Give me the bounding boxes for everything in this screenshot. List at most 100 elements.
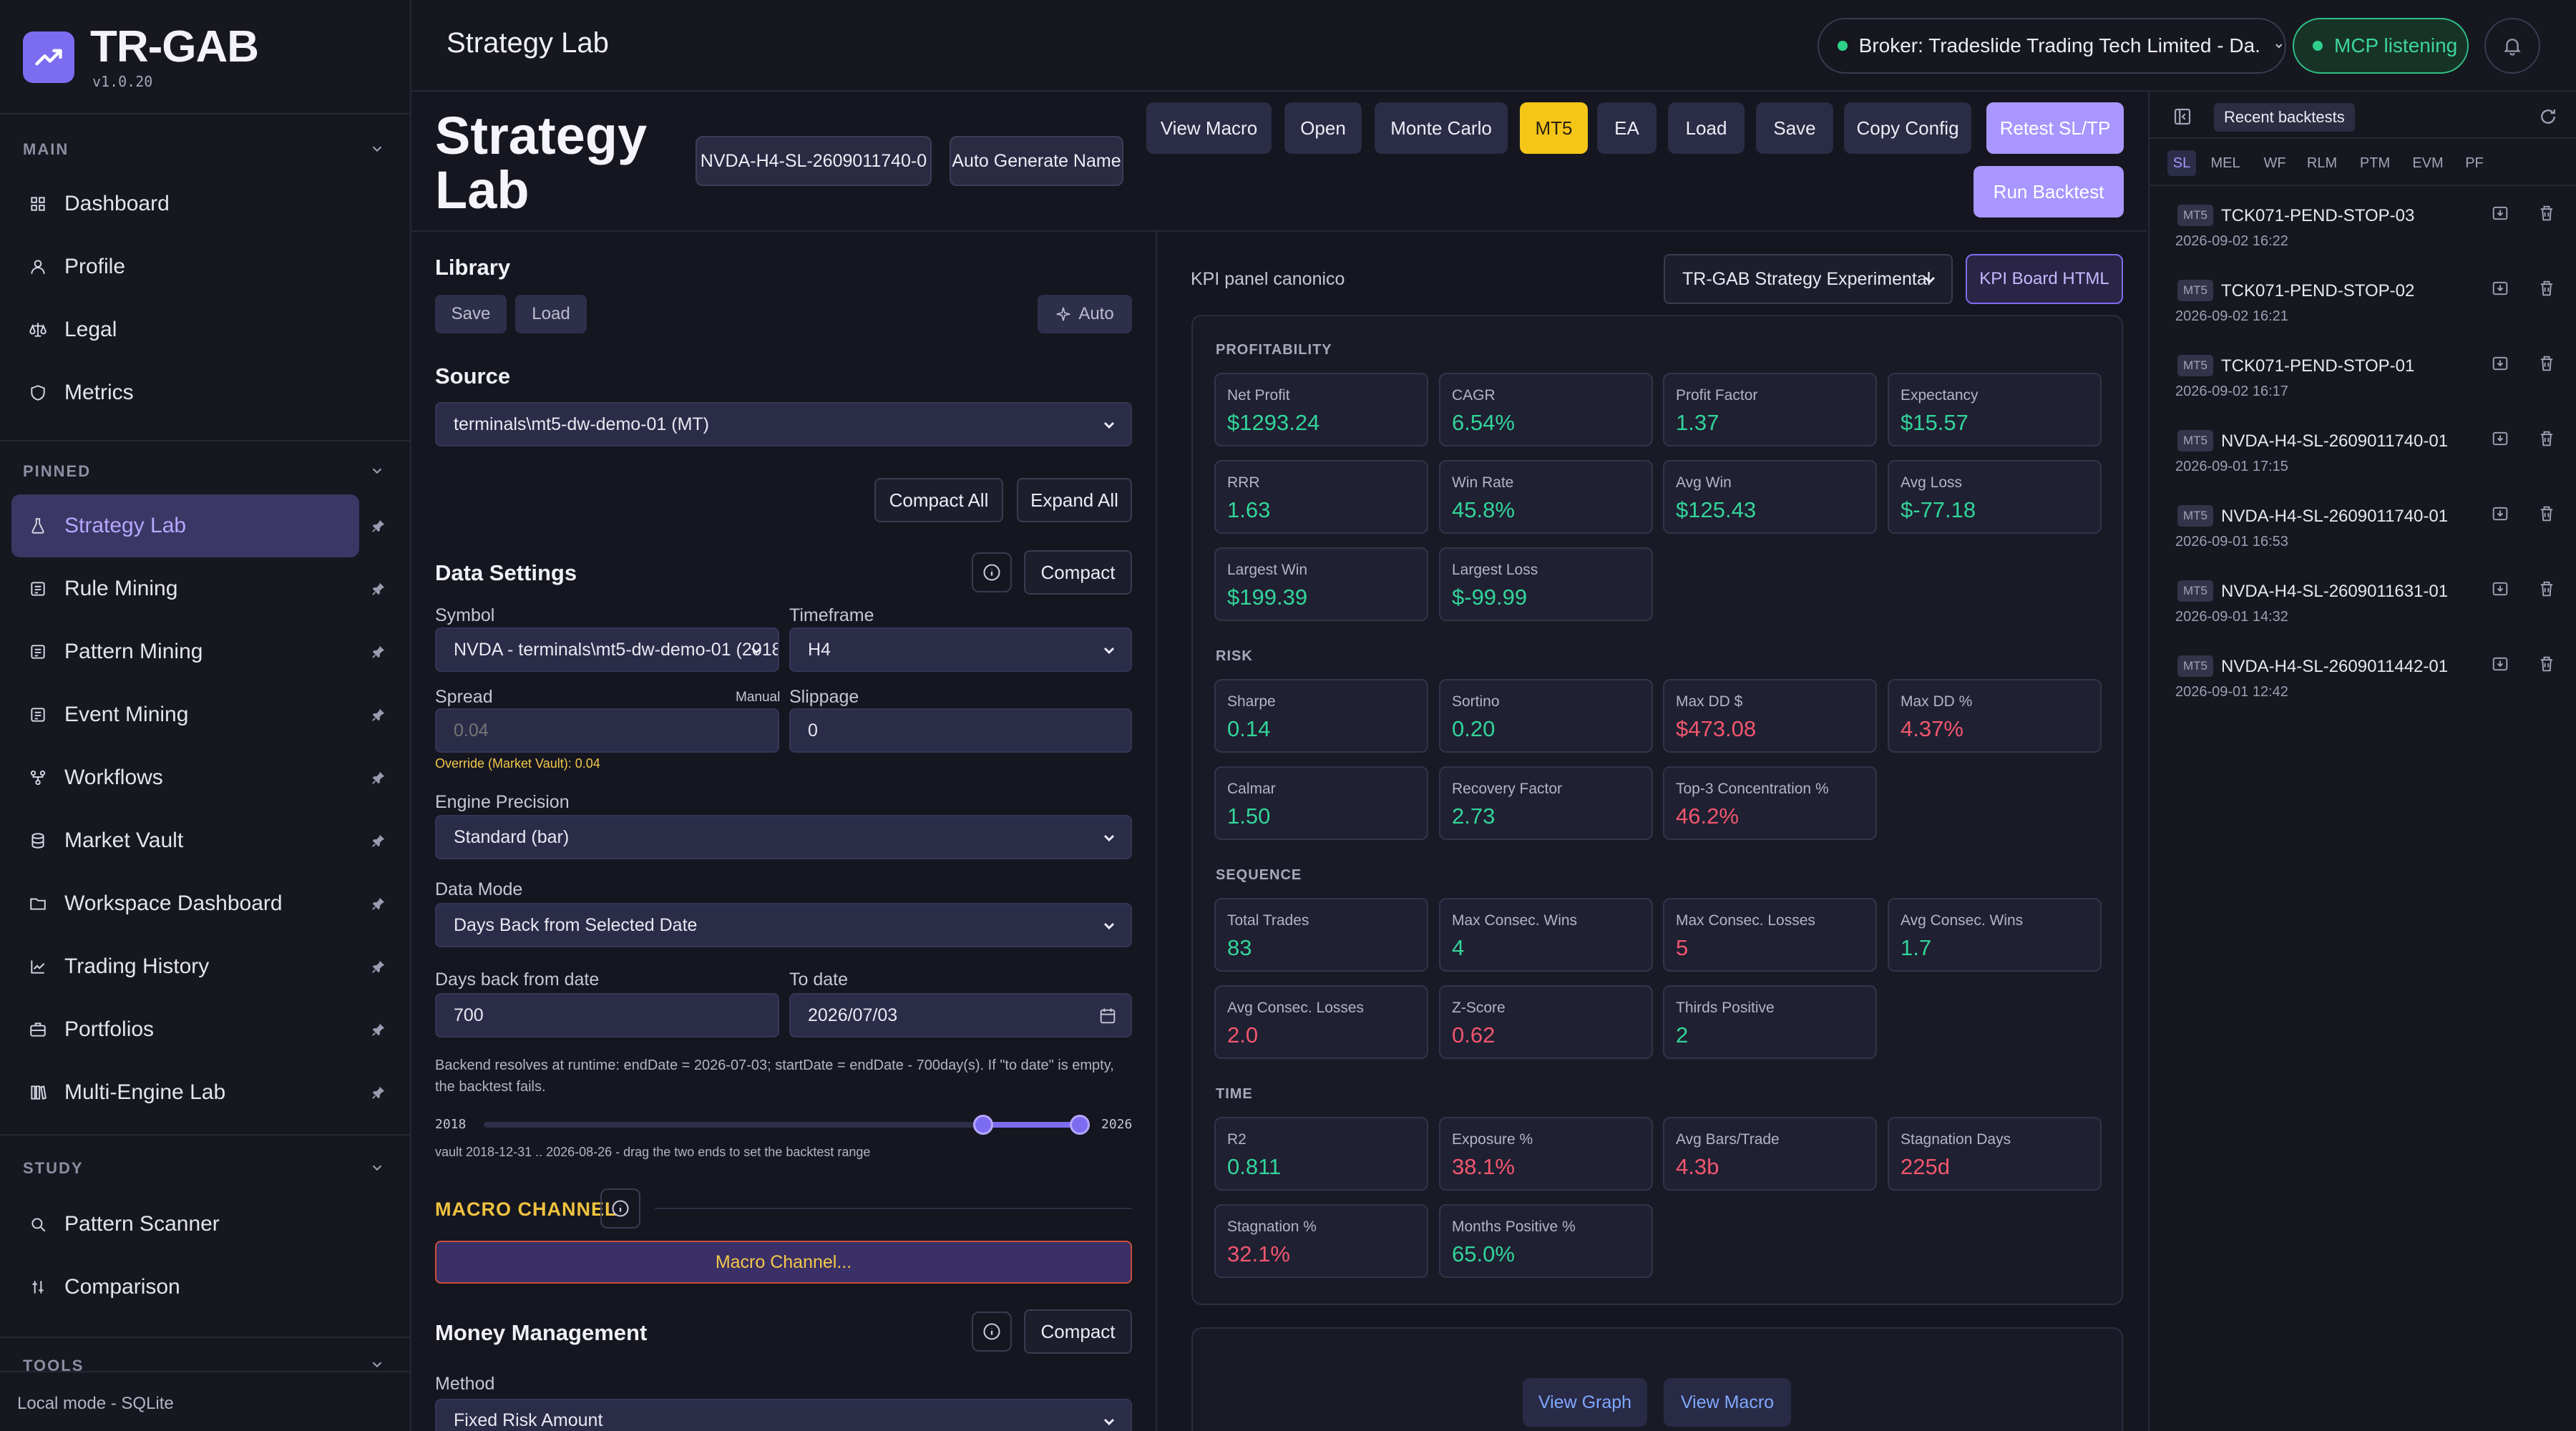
app-logo[interactable] [23, 31, 74, 83]
pin-button[interactable] [371, 1085, 386, 1104]
chevron-down-icon[interactable] [369, 141, 386, 157]
sidebar-item-pattern-mining[interactable]: Pattern Mining [11, 620, 359, 683]
kpi-card[interactable]: Largest Loss $-99.99 [1439, 547, 1653, 621]
tab-ptm[interactable]: PTM [2353, 150, 2396, 176]
tab-mel[interactable]: MEL [2203, 150, 2248, 176]
view-macro-graph-button[interactable]: View Macro [1664, 1378, 1791, 1427]
tab-sl[interactable]: SL [2167, 150, 2196, 176]
spread-input[interactable] [435, 708, 779, 753]
kpi-card[interactable]: Exposure % 38.1% [1439, 1117, 1653, 1191]
kpi-card[interactable]: CAGR 6.54% [1439, 373, 1653, 446]
sidebar-item-legal[interactable]: Legal [11, 298, 359, 361]
monte-carlo-button[interactable]: Monte Carlo [1375, 102, 1508, 154]
engine-precision-select[interactable]: Standard (bar) [435, 815, 1132, 859]
collapse-panel-icon[interactable] [2172, 106, 2193, 127]
delete-button[interactable] [2537, 579, 2557, 602]
refresh-icon[interactable] [2537, 106, 2559, 127]
data-mode-select[interactable]: Days Back from Selected Date [435, 903, 1132, 947]
delete-button[interactable] [2537, 504, 2557, 527]
broker-selector[interactable]: Broker: Tradeslide Trading Tech Limited … [1818, 18, 2286, 74]
kpi-profile-select[interactable]: TR-GAB Strategy Experimental [1664, 254, 1953, 304]
tab-wf[interactable]: WF [2258, 150, 2291, 176]
sidebar-item-comparison[interactable]: Comparison [11, 1256, 359, 1319]
chevron-down-icon[interactable] [369, 1160, 386, 1176]
kpi-card[interactable]: R2 0.811 [1214, 1117, 1428, 1191]
kpi-card[interactable]: Max Consec. Wins 4 [1439, 898, 1653, 972]
pin-icon[interactable] [371, 959, 386, 975]
kpi-card[interactable]: Z-Score 0.62 [1439, 985, 1653, 1059]
pin-button[interactable] [371, 770, 386, 789]
tab-rlm[interactable]: RLM [2302, 150, 2342, 176]
kpi-card[interactable]: Max DD $ $473.08 [1663, 679, 1877, 753]
view-graph-button[interactable]: View Graph [1523, 1378, 1647, 1427]
pin-icon[interactable] [371, 518, 386, 534]
pin-icon[interactable] [371, 896, 386, 912]
sidebar-item-profile[interactable]: Profile [11, 235, 359, 298]
kpi-card[interactable]: Sortino 0.20 [1439, 679, 1653, 753]
auto-generate-name-button[interactable]: Auto Generate Name [950, 136, 1123, 186]
delete-button[interactable] [2537, 278, 2557, 302]
mt5-button[interactable]: MT5 [1520, 102, 1588, 154]
kpi-card[interactable]: Max Consec. Losses 5 [1663, 898, 1877, 972]
pin-icon[interactable] [371, 1022, 386, 1037]
tab-pf[interactable]: PF [2460, 150, 2489, 176]
pin-button[interactable] [371, 707, 386, 726]
info-button[interactable] [972, 552, 1012, 592]
sidebar-item-market-vault[interactable]: Market Vault [11, 809, 359, 872]
pin-icon[interactable] [371, 644, 386, 660]
download-button[interactable] [2490, 278, 2510, 302]
delete-button[interactable] [2537, 203, 2557, 227]
sidebar-item-dashboard[interactable]: Dashboard [11, 172, 359, 235]
download-button[interactable] [2490, 203, 2510, 227]
kpi-card[interactable]: Months Positive % 65.0% [1439, 1204, 1653, 1278]
pin-icon[interactable] [371, 1085, 386, 1100]
ea-button[interactable]: EA [1597, 102, 1657, 154]
kpi-card[interactable]: Recovery Factor 2.73 [1439, 766, 1653, 840]
kpi-card[interactable]: Top-3 Concentration % 46.2% [1663, 766, 1877, 840]
pin-button[interactable] [371, 644, 386, 663]
run-backtest-button[interactable]: Run Backtest [1974, 166, 2124, 218]
kpi-card[interactable]: Avg Consec. Losses 2.0 [1214, 985, 1428, 1059]
delete-button[interactable] [2537, 654, 2557, 678]
library-auto-button[interactable]: Auto [1038, 295, 1132, 333]
kpi-card[interactable]: Net Profit $1293.24 [1214, 373, 1428, 446]
download-button[interactable] [2490, 353, 2510, 377]
chevron-down-icon[interactable] [369, 463, 386, 479]
notifications-button[interactable] [2484, 18, 2540, 74]
download-button[interactable] [2490, 429, 2510, 452]
kpi-card[interactable]: Thirds Positive 2 [1663, 985, 1877, 1059]
pin-button[interactable] [371, 581, 386, 600]
range-start-handle[interactable] [973, 1115, 994, 1135]
save-button[interactable]: Save [1756, 102, 1833, 154]
kpi-card[interactable]: Avg Consec. Wins 1.7 [1888, 898, 2102, 972]
mcp-status[interactable]: MCP listening [2293, 18, 2469, 74]
kpi-card[interactable]: Max DD % 4.37% [1888, 679, 2102, 753]
load-button[interactable]: Load [1668, 102, 1745, 154]
kpi-card[interactable]: Avg Bars/Trade 4.3b [1663, 1117, 1877, 1191]
data-settings-compact-button[interactable]: Compact [1024, 550, 1132, 595]
pin-icon[interactable] [371, 833, 386, 849]
kpi-card[interactable]: Stagnation Days 225d [1888, 1117, 2102, 1191]
pin-icon[interactable] [371, 707, 386, 723]
kpi-card[interactable]: RRR 1.63 [1214, 460, 1428, 534]
chevron-down-icon[interactable] [369, 1357, 386, 1372]
money-management-compact-button[interactable]: Compact [1024, 1309, 1132, 1354]
download-button[interactable] [2490, 654, 2510, 678]
column-divider[interactable] [1156, 230, 1157, 1431]
calendar-icon[interactable] [1098, 1006, 1118, 1026]
sidebar-item-portfolios[interactable]: Portfolios [11, 998, 359, 1061]
tab-evm[interactable]: EVM [2408, 150, 2448, 176]
macro-channel-button[interactable]: Macro Channel... [435, 1241, 1132, 1284]
sidebar-item-workflows[interactable]: Workflows [11, 746, 359, 809]
copy-config-button[interactable]: Copy Config [1844, 102, 1971, 154]
sidebar-item-strategy-lab[interactable]: Strategy Lab [11, 494, 359, 557]
kpi-card[interactable]: Profit Factor 1.37 [1663, 373, 1877, 446]
date-range-slider[interactable] [484, 1115, 1090, 1135]
sidebar-item-event-mining[interactable]: Event Mining [11, 683, 359, 746]
kpi-card[interactable]: Expectancy $15.57 [1888, 373, 2102, 446]
compact-all-button[interactable]: Compact All [874, 478, 1003, 522]
kpi-card[interactable]: Sharpe 0.14 [1214, 679, 1428, 753]
days-back-input[interactable]: 700 [435, 993, 779, 1037]
pin-button[interactable] [371, 1022, 386, 1041]
symbol-select[interactable]: NVDA - terminals\mt5-dw-demo-01 (2018 [435, 627, 779, 672]
